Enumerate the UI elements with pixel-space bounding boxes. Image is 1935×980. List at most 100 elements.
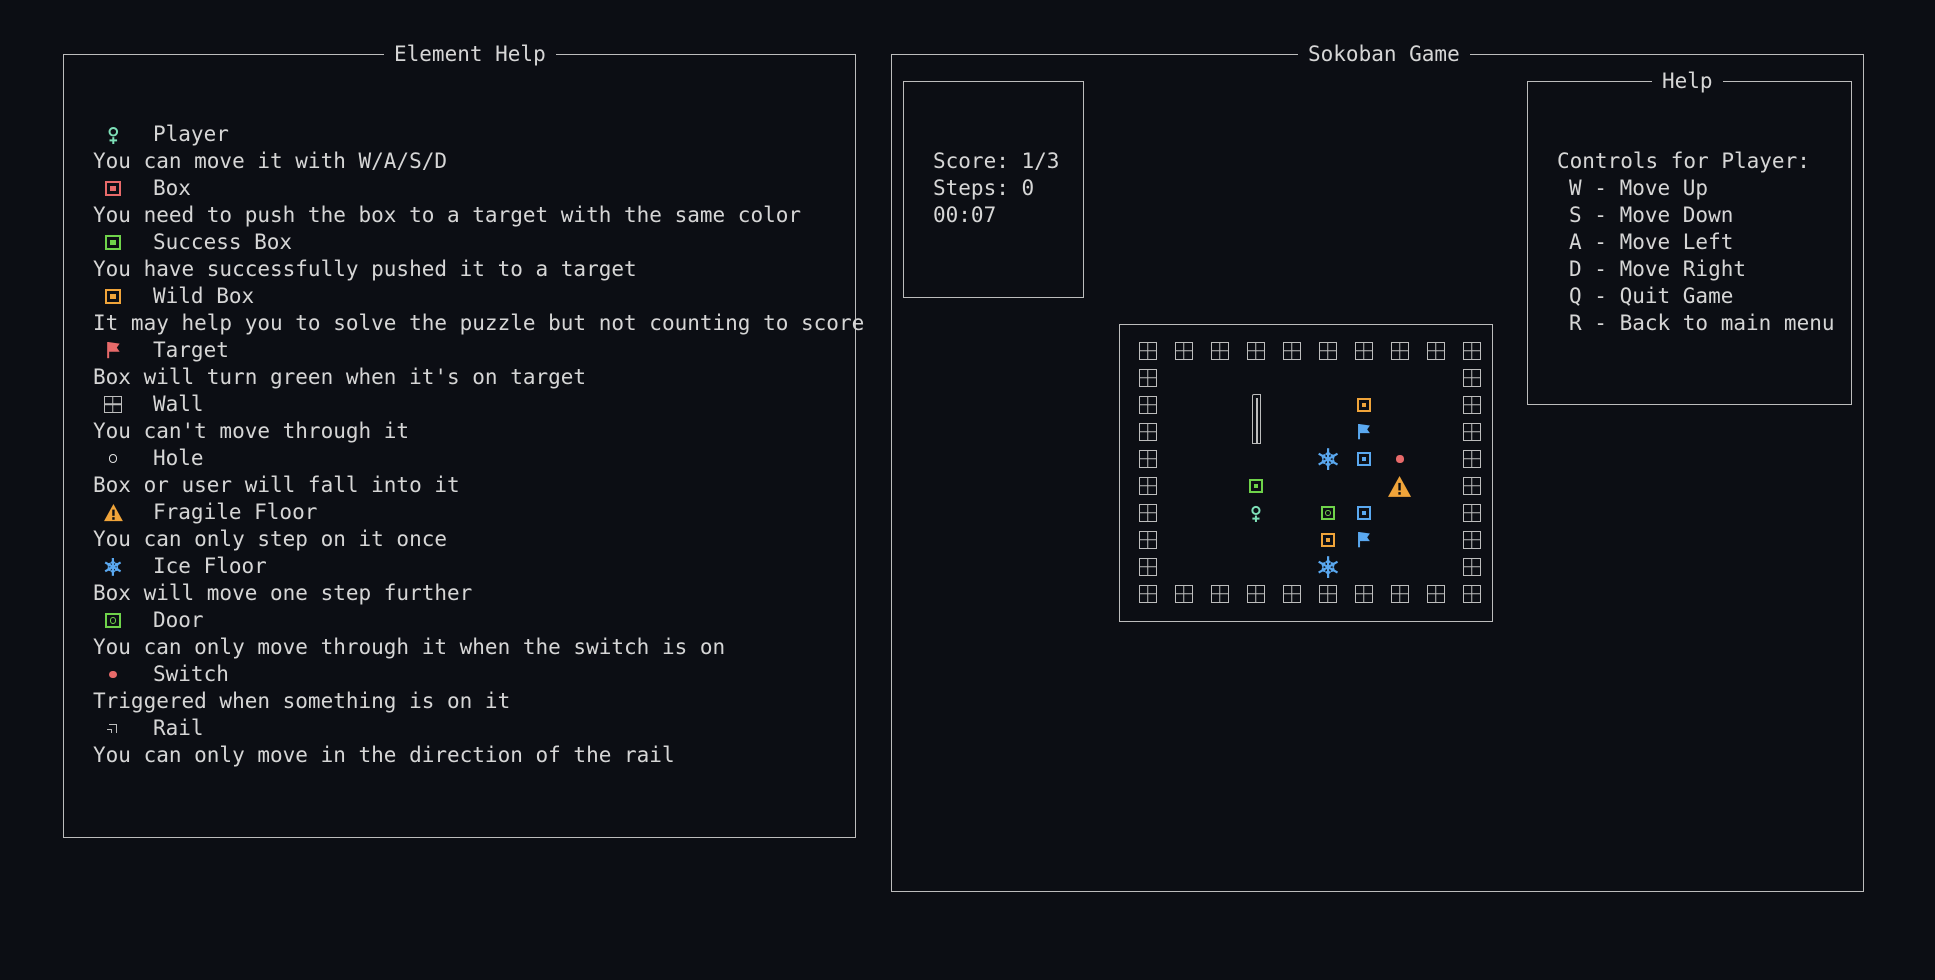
wall-icon [1139, 558, 1157, 576]
wall-icon [1319, 585, 1337, 603]
wall-icon [1211, 342, 1229, 360]
wall-icon [1247, 585, 1265, 603]
success-box-icon [1248, 478, 1264, 494]
legend-item-name: Rail [153, 716, 204, 740]
steps-text: Steps: 0 [933, 176, 1035, 200]
wall-icon [1139, 369, 1157, 387]
wall-icon [1139, 450, 1157, 468]
switch-icon [109, 670, 117, 679]
help-control-item: R - Back to main menu [1569, 311, 1835, 335]
door-icon [105, 612, 121, 629]
legend-item-description: You need to push the box to a target wit… [93, 203, 802, 227]
snowflake-icon [1318, 556, 1338, 578]
sokoban-game-title: Sokoban Game [1298, 40, 1470, 68]
wall-icon [1139, 423, 1157, 441]
target-flag-icon [1358, 424, 1371, 440]
warning-icon [103, 503, 123, 522]
wall-icon [1175, 342, 1193, 360]
box-icon [105, 180, 121, 197]
wall-icon [1463, 477, 1481, 495]
legend-item-name: Ice Floor [153, 554, 267, 578]
wall-icon [1463, 423, 1481, 441]
wild-box-icon [1356, 397, 1372, 413]
help-control-item: D - Move Right [1569, 257, 1747, 281]
timer-text: 00:07 [933, 203, 997, 227]
wall-icon [1139, 504, 1157, 522]
box-icon [1356, 451, 1372, 467]
door-icon [1320, 505, 1336, 521]
game-board [1119, 324, 1493, 622]
element-help-title: Element Help [384, 40, 556, 68]
legend-item-name: Switch [153, 662, 229, 686]
wall-icon [1463, 504, 1481, 522]
help-control-item: A - Move Left [1569, 230, 1734, 254]
target-flag-icon [1358, 532, 1371, 548]
legend-item-description: Box will turn green when it's on target [93, 365, 587, 389]
snowflake-icon [1318, 448, 1338, 470]
help-control-item: W - Move Up [1569, 176, 1709, 200]
legend-item-description: It may help you to solve the puzzle but … [93, 311, 865, 335]
legend-item-description: You can move it with W/A/S/D [93, 149, 448, 173]
legend-item-description: Box or user will fall into it [93, 473, 460, 497]
snowflake-icon [104, 557, 122, 576]
legend-item-name: Target [153, 338, 229, 362]
wall-icon [1139, 477, 1157, 495]
help-title: Help [1652, 67, 1723, 95]
wall-icon [1427, 342, 1445, 360]
legend-item-description: You can't move through it [93, 419, 410, 443]
target-flag-icon [106, 342, 120, 359]
wild-box-icon [1320, 532, 1336, 548]
wall-icon [1283, 342, 1301, 360]
switch-icon [1396, 455, 1404, 463]
wall-icon [1247, 342, 1265, 360]
legend-item-description: You have successfully pushed it to a tar… [93, 257, 637, 281]
player-icon [1251, 505, 1261, 522]
box-icon [1356, 505, 1372, 521]
score-text: Score: 1/3 [933, 149, 1060, 173]
legend-item-name: Player [153, 122, 229, 146]
wall-icon [104, 395, 122, 414]
wall-icon [1463, 531, 1481, 549]
legend-item-name: Success Box [153, 230, 293, 254]
wall-icon [1463, 585, 1481, 603]
warning-icon [1388, 475, 1412, 497]
legend-item-description: Triggered when something is on it [93, 689, 511, 713]
legend-item-name: Door [153, 608, 204, 632]
wall-icon [1463, 558, 1481, 576]
legend-item-description: You can only move in the direction of th… [93, 743, 675, 767]
wall-icon [1139, 342, 1157, 360]
wall-icon [1355, 342, 1373, 360]
success-box-icon [105, 234, 121, 251]
rail-icon [1252, 393, 1261, 444]
wall-icon [1463, 342, 1481, 360]
wall-icon [1463, 396, 1481, 414]
wall-icon [1283, 585, 1301, 603]
wall-icon [1319, 342, 1337, 360]
wall-icon [1139, 531, 1157, 549]
legend-item-description: You can only move through it when the sw… [93, 635, 726, 659]
wall-icon [1427, 585, 1445, 603]
legend-item-name: Hole [153, 446, 204, 470]
wall-icon [1139, 396, 1157, 414]
wall-icon [1355, 585, 1373, 603]
help-control-item: Q - Quit Game [1569, 284, 1734, 308]
legend-item-description: Box will move one step further [93, 581, 473, 605]
help-heading: Controls for Player: [1557, 149, 1810, 173]
wall-icon [1391, 585, 1409, 603]
legend-item-name: Wild Box [153, 284, 255, 308]
wall-icon [1391, 342, 1409, 360]
legend-item-name: Box [153, 176, 191, 200]
player-icon [108, 126, 118, 144]
wall-icon [1139, 585, 1157, 603]
wall-icon [1463, 450, 1481, 468]
wall-icon [1463, 369, 1481, 387]
wild-box-icon [105, 288, 121, 305]
hole-icon [108, 454, 118, 463]
rail-icon [107, 723, 118, 734]
wall-icon [1175, 585, 1193, 603]
legend-item-description: You can only step on it once [93, 527, 448, 551]
legend-item-name: Fragile Floor [153, 500, 318, 524]
legend-item-name: Wall [153, 392, 204, 416]
wall-icon [1211, 585, 1229, 603]
help-control-item: S - Move Down [1569, 203, 1734, 227]
